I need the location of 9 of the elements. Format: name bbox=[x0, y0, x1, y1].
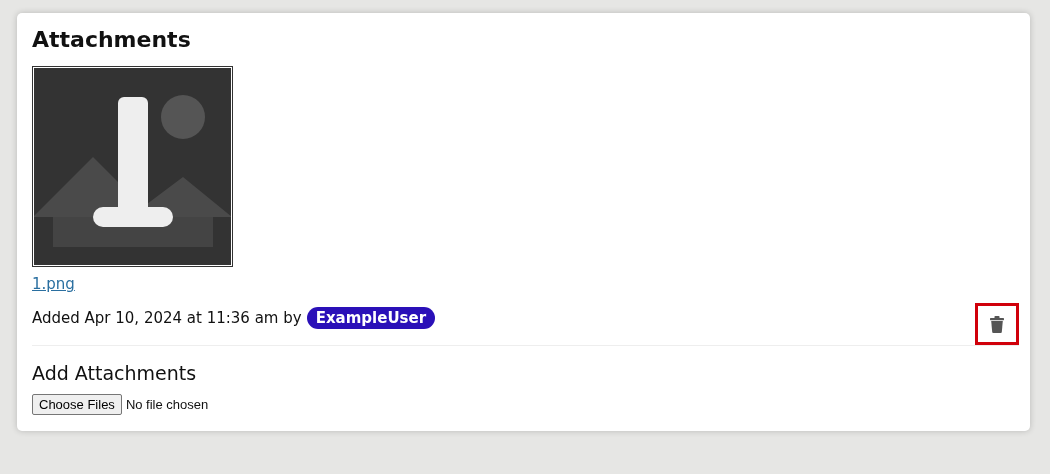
delete-button[interactable] bbox=[975, 303, 1019, 345]
panel-title: Attachments bbox=[32, 27, 192, 52]
user-badge[interactable]: ExampleUser bbox=[306, 307, 436, 329]
added-text: Added Apr 10, 2024 at 11:36 am by bbox=[32, 309, 302, 327]
file-status: No file chosen bbox=[125, 397, 209, 412]
trash-icon bbox=[990, 315, 1004, 333]
file-link[interactable]: 1.png bbox=[32, 275, 75, 293]
choose-files-button[interactable]: Choose Files bbox=[32, 394, 122, 415]
section-title: Add Attachments bbox=[32, 362, 198, 384]
